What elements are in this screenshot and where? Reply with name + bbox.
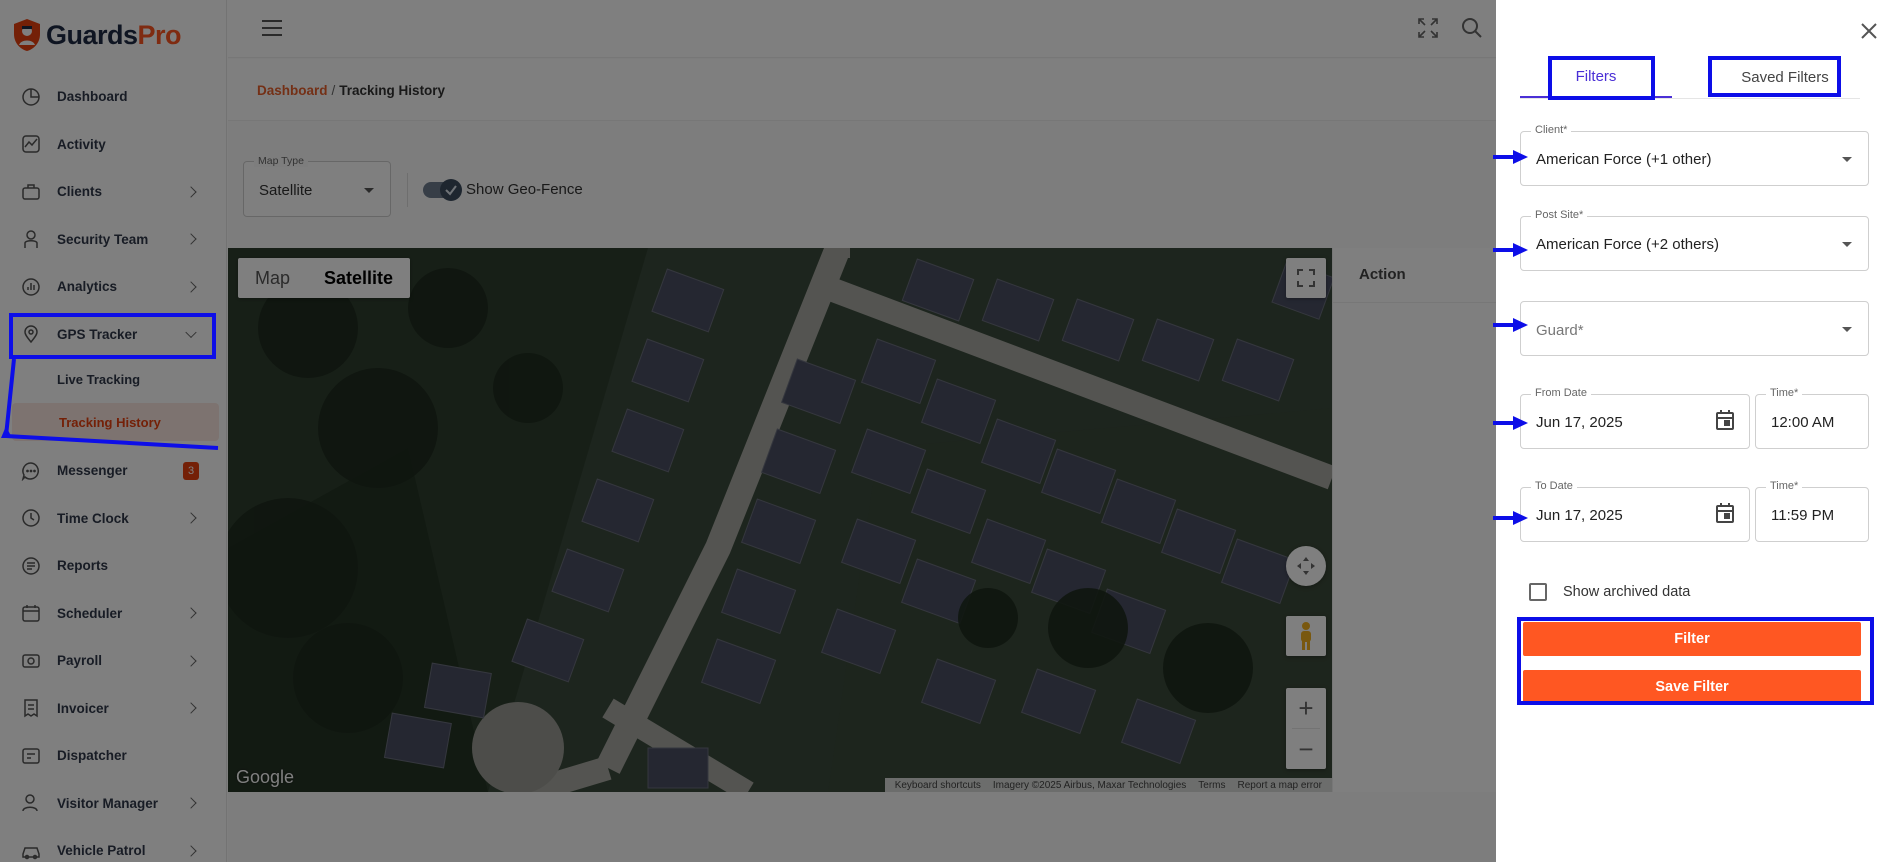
from-time-field[interactable]: Time* 12:00 AM [1755, 387, 1869, 449]
caret-down-icon [1842, 242, 1852, 247]
from-time-value: 12:00 AM [1771, 414, 1835, 431]
from-date-value: Jun 17, 2025 [1536, 414, 1623, 431]
guard-select[interactable]: Guard* [1520, 301, 1869, 356]
to-time-value: 11:59 PM [1771, 507, 1835, 524]
post-site-value: American Force (+2 others) [1536, 236, 1719, 253]
from-date-field[interactable]: From Date Jun 17, 2025 [1520, 387, 1750, 449]
client-label: Client* [1531, 124, 1572, 136]
filter-tabs: Filters Saved Filters [1520, 56, 1860, 99]
to-date-field[interactable]: To Date Jun 17, 2025 [1520, 480, 1750, 542]
client-select[interactable]: Client* American Force (+1 other) [1520, 124, 1869, 186]
save-filter-button[interactable]: Save Filter [1523, 670, 1861, 704]
post-site-label: Post Site* [1531, 209, 1588, 221]
calendar-icon[interactable] [1715, 409, 1735, 431]
calendar-icon[interactable] [1715, 502, 1735, 524]
filter-drawer: Filters Saved Filters Client* American F… [1496, 0, 1884, 862]
show-archived-checkbox-row[interactable]: Show archived data [1529, 583, 1690, 601]
modal-backdrop[interactable] [0, 0, 1496, 862]
close-icon[interactable] [1858, 20, 1880, 42]
from-time-label: Time* [1766, 387, 1803, 399]
to-date-label: To Date [1531, 480, 1577, 492]
client-value: American Force (+1 other) [1536, 151, 1712, 168]
from-date-label: From Date [1531, 387, 1591, 399]
post-site-select[interactable]: Post Site* American Force (+2 others) [1520, 209, 1869, 271]
show-archived-checkbox[interactable] [1529, 583, 1547, 601]
to-time-label: Time* [1766, 480, 1803, 492]
guard-placeholder: Guard* [1536, 322, 1584, 339]
show-archived-label: Show archived data [1563, 584, 1691, 600]
caret-down-icon [1842, 327, 1852, 332]
tab-filters[interactable]: Filters [1520, 56, 1672, 98]
filter-button[interactable]: Filter [1523, 622, 1861, 656]
tab-saved-filters[interactable]: Saved Filters [1710, 56, 1860, 98]
to-time-field[interactable]: Time* 11:59 PM [1755, 480, 1869, 542]
to-date-value: Jun 17, 2025 [1536, 507, 1623, 524]
caret-down-icon [1842, 157, 1852, 162]
